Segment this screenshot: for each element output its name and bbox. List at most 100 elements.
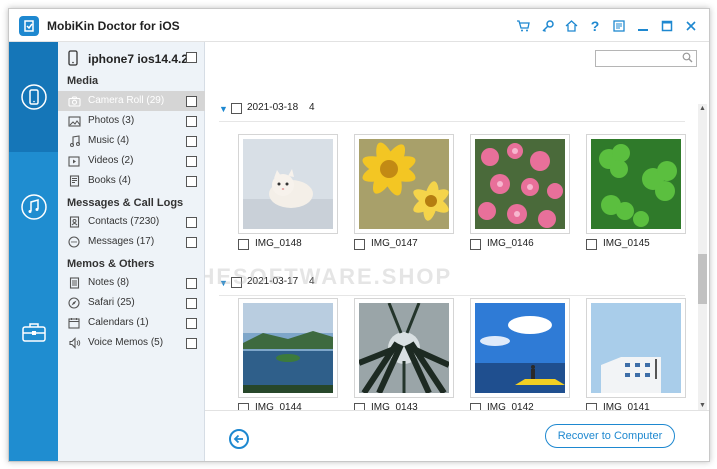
- category-count: (5): [150, 337, 164, 348]
- search-input[interactable]: [596, 52, 680, 67]
- category-label: Videos: [88, 155, 119, 166]
- key-icon[interactable]: [535, 17, 559, 35]
- rail-toolkit[interactable]: [9, 277, 58, 387]
- iphone-icon: [68, 50, 78, 66]
- category-label: Messages: [88, 236, 134, 247]
- vertical-scrollbar[interactable]: ▲ ▼: [698, 104, 707, 410]
- category-books[interactable]: Books (4): [58, 171, 205, 191]
- category-checkbox[interactable]: [186, 136, 197, 147]
- voice-memo-icon: [67, 336, 81, 350]
- category-checkbox[interactable]: [186, 278, 197, 289]
- category-videos[interactable]: Videos (2): [58, 151, 205, 171]
- category-safari[interactable]: Safari (25): [58, 293, 205, 313]
- device-name: iphone7 ios14.4.2: [88, 52, 189, 66]
- photo-image: [359, 303, 449, 393]
- section-memos: Memos & Others: [67, 258, 155, 270]
- safari-icon: [67, 296, 81, 310]
- photo-name: IMG_0143: [371, 402, 418, 410]
- photo-checkbox[interactable]: [586, 239, 597, 250]
- scroll-thumb[interactable]: [698, 254, 707, 304]
- home-icon[interactable]: [559, 17, 583, 35]
- scroll-down-icon[interactable]: ▼: [698, 401, 707, 410]
- photo-thumbnail[interactable]: [354, 298, 454, 398]
- photo-thumbnail[interactable]: [470, 134, 570, 234]
- category-voice-memos[interactable]: Voice Memos (5): [58, 333, 205, 353]
- category-music[interactable]: Music (4): [58, 131, 205, 151]
- watermark: THESOFTWARE.SHOP: [205, 264, 453, 289]
- category-count: (4): [118, 175, 131, 186]
- search-icon[interactable]: [682, 52, 693, 66]
- category-checkbox[interactable]: [186, 116, 197, 127]
- category-label: Voice Memos: [88, 337, 149, 348]
- photo-thumbnail[interactable]: [354, 134, 454, 234]
- collapse-arrow-icon[interactable]: ▼: [219, 278, 228, 288]
- cart-icon[interactable]: [511, 17, 535, 35]
- group-date: 2021-03-17: [247, 276, 299, 287]
- category-contacts[interactable]: Contacts (7230): [58, 212, 205, 232]
- music-recover-icon: [20, 194, 47, 220]
- minimize-icon[interactable]: [631, 17, 655, 35]
- category-checkbox[interactable]: [186, 237, 197, 248]
- photo-name: IMG_0148: [255, 238, 302, 249]
- photo-checkbox[interactable]: [238, 403, 249, 410]
- section-messages: Messages & Call Logs: [67, 197, 184, 209]
- photo-checkbox[interactable]: [354, 239, 365, 250]
- group-checkbox[interactable]: [231, 277, 242, 288]
- search-box[interactable]: [595, 50, 697, 67]
- photo-image: [243, 303, 333, 393]
- category-count: (3): [121, 115, 135, 126]
- category-checkbox[interactable]: [186, 96, 197, 107]
- mode-rail: [9, 42, 58, 461]
- category-count: (17): [136, 236, 155, 247]
- rail-itunes-recovery[interactable]: [9, 152, 58, 262]
- photo-checkbox[interactable]: [354, 403, 365, 410]
- photo-image: [591, 139, 681, 229]
- category-checkbox[interactable]: [186, 298, 197, 309]
- notes-icon: [67, 276, 81, 290]
- category-messages[interactable]: Messages (17): [58, 232, 205, 252]
- device-select-all-checkbox[interactable]: [186, 52, 197, 63]
- title-bar: MobiKin Doctor for iOS ?: [9, 9, 709, 42]
- collapse-arrow-icon[interactable]: ▼: [219, 104, 228, 114]
- category-checkbox[interactable]: [186, 176, 197, 187]
- help-icon[interactable]: ?: [583, 17, 607, 35]
- category-label: Photos: [88, 115, 120, 126]
- feedback-icon[interactable]: [607, 17, 631, 35]
- maximize-icon[interactable]: [655, 17, 679, 35]
- category-count: (2): [121, 155, 134, 166]
- rail-device-recovery[interactable]: [9, 42, 58, 152]
- category-count: (25): [116, 297, 135, 308]
- category-photos[interactable]: Photos (3): [58, 111, 205, 131]
- category-checkbox[interactable]: [186, 338, 197, 349]
- group-checkbox[interactable]: [231, 103, 242, 114]
- category-camera-roll[interactable]: Camera Roll (29): [58, 91, 205, 111]
- photo-checkbox[interactable]: [470, 239, 481, 250]
- toolbox-icon: [21, 323, 46, 342]
- category-label: Calendars: [88, 317, 134, 328]
- photo-thumbnail[interactable]: [238, 298, 338, 398]
- photo-thumbnail[interactable]: [470, 298, 570, 398]
- photos-icon: [67, 114, 81, 128]
- category-count: (7230): [130, 216, 160, 227]
- category-checkbox[interactable]: [186, 156, 197, 167]
- camera-icon: [67, 94, 81, 108]
- scroll-up-icon[interactable]: ▲: [698, 104, 707, 113]
- photo-thumbnail[interactable]: [586, 134, 686, 234]
- close-icon[interactable]: [679, 17, 703, 35]
- photo-checkbox[interactable]: [586, 403, 597, 410]
- photo-image: [475, 139, 565, 229]
- photo-thumbnail[interactable]: [238, 134, 338, 234]
- photo-checkbox[interactable]: [470, 403, 481, 410]
- recover-to-computer-button[interactable]: Recover to Computer: [545, 424, 675, 448]
- category-checkbox[interactable]: [186, 318, 197, 329]
- category-count: (8): [116, 277, 130, 288]
- app-logo-icon: [19, 16, 39, 36]
- category-label: Notes: [88, 277, 115, 288]
- photo-thumbnail[interactable]: [586, 298, 686, 398]
- category-notes[interactable]: Notes (8): [58, 273, 205, 293]
- category-checkbox[interactable]: [186, 217, 197, 228]
- photo-checkbox[interactable]: [238, 239, 249, 250]
- back-arrow-icon[interactable]: [229, 429, 249, 449]
- category-calendars[interactable]: Calendars (1): [58, 313, 205, 333]
- photo-image: [243, 139, 333, 229]
